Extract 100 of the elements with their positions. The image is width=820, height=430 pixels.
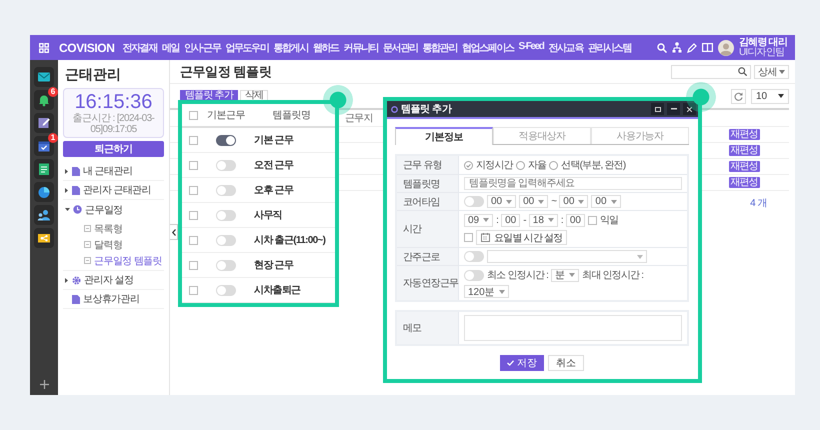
rail-button[interactable] [34, 228, 54, 248]
clock-out-button[interactable]: 퇴근하기 [63, 141, 164, 157]
page-size-select[interactable]: 10 [751, 88, 789, 104]
toggle-switch[interactable] [464, 270, 484, 280]
dropdown[interactable]: 18 [528, 214, 558, 226]
apps-grid-icon[interactable] [39, 42, 49, 52]
caret-icon[interactable] [64, 278, 69, 282]
memo-field[interactable] [464, 315, 682, 341]
tree-item[interactable]: 근무일정 템플릿 [94, 254, 162, 268]
tree-item[interactable]: 관리자 설정 [84, 273, 134, 287]
toggle-switch[interactable] [216, 134, 236, 146]
tree-item[interactable]: 보상휴가관리 [83, 292, 140, 306]
time-field[interactable]: 00 [566, 214, 585, 226]
tree-item[interactable]: 달력형 [94, 238, 122, 252]
toggle-switch[interactable] [216, 160, 236, 170]
separator: - [523, 214, 526, 226]
rail-button[interactable] [34, 205, 54, 225]
menu-item[interactable]: 메일 [162, 40, 180, 54]
tree-item[interactable]: 목록형 [94, 222, 122, 236]
checkbox[interactable] [188, 260, 198, 270]
template-name: 기본 근무 [253, 134, 294, 147]
caret-icon[interactable] [65, 207, 70, 212]
refresh-button[interactable] [731, 88, 746, 104]
tree-item[interactable]: 내 근태관리 [83, 164, 132, 178]
rail-button[interactable] [34, 113, 54, 133]
menu-item[interactable]: 협업스페이스 [462, 40, 514, 54]
checkbox[interactable] [188, 160, 198, 170]
maximize-button[interactable] [651, 103, 664, 115]
toggle-switch[interactable] [216, 260, 236, 270]
radio-button[interactable] [464, 160, 473, 170]
menu-item[interactable]: 통합관리 [422, 40, 457, 54]
menu-item[interactable]: 문서관리 [383, 40, 418, 54]
checkbox[interactable] [588, 216, 597, 224]
org-chart-icon[interactable] [672, 42, 682, 53]
tree-item[interactable]: 근무일정 [85, 202, 123, 216]
search-field[interactable] [671, 64, 752, 78]
toggle-switch[interactable] [464, 196, 484, 207]
avatar-icon[interactable] [718, 40, 734, 56]
checkbox[interactable] [188, 186, 198, 194]
collapse-handle[interactable] [170, 224, 178, 240]
close-icon [687, 106, 692, 112]
caret-icon[interactable] [64, 188, 69, 192]
tab[interactable]: 적용대상자 [493, 127, 591, 144]
weekday-time-button[interactable]: 요일별 시간 설정 [476, 230, 568, 245]
menu-item[interactable]: 커뮤니티 [344, 40, 378, 54]
menu-item[interactable]: 전사교육 [548, 40, 583, 54]
dropdown[interactable]: 09 [464, 214, 494, 226]
rail-button[interactable] [34, 182, 54, 202]
close-button[interactable] [683, 103, 696, 115]
checkbox[interactable] [188, 210, 198, 220]
dropdown[interactable]: 120분 [464, 285, 509, 298]
menu-item[interactable]: 인사·근무 [184, 40, 220, 54]
menu-item[interactable]: 업무도우미 [225, 40, 268, 54]
radio-button[interactable] [549, 160, 558, 170]
menu-item[interactable]: 통합게시 [273, 40, 308, 54]
menu-item[interactable]: 전자결재 [122, 40, 157, 54]
tab[interactable]: 사용가능자 [591, 127, 689, 144]
menu-item[interactable]: S-Feed [518, 40, 544, 54]
action-button[interactable]: 재편성 [728, 161, 760, 172]
action-button[interactable]: 재편성 [728, 129, 760, 140]
checkbox[interactable] [188, 286, 198, 294]
tree-item[interactable]: 관리자 근태관리 [83, 183, 151, 197]
minimize-button[interactable] [667, 103, 680, 115]
page-icon [84, 257, 91, 264]
rail-button[interactable] [34, 67, 54, 87]
menu-item[interactable]: 웹하드 [312, 40, 339, 54]
toggle-switch[interactable] [216, 184, 236, 196]
cancel-button[interactable]: 취소 [548, 355, 584, 371]
search-icon[interactable] [657, 42, 668, 52]
panel-icon[interactable] [702, 43, 714, 52]
user-team: UI디자인팀 [739, 48, 784, 58]
mail-icon [37, 70, 51, 84]
toggle-switch[interactable] [216, 210, 236, 220]
text-input[interactable]: 템플릿명을 입력해주세요 [464, 177, 682, 190]
time-field[interactable]: 00 [501, 214, 520, 226]
refresh-icon [734, 92, 743, 100]
checkbox[interactable] [464, 233, 473, 242]
dropdown[interactable]: 00 [559, 195, 588, 208]
radio-button[interactable] [516, 160, 525, 170]
pencil-icon[interactable] [687, 42, 698, 52]
toggle-switch[interactable] [464, 251, 484, 262]
tab[interactable]: 기본정보 [395, 127, 493, 145]
action-button[interactable]: 재편성 [728, 145, 760, 156]
dropdown[interactable]: 00 [487, 195, 516, 208]
menu-item[interactable]: 관리시스템 [588, 40, 631, 54]
toggle-switch[interactable] [216, 234, 236, 246]
dropdown[interactable]: 분 [551, 268, 580, 282]
checkbox-label: 익일 [600, 214, 618, 227]
caret-icon[interactable] [64, 168, 69, 174]
toggle-switch[interactable] [216, 284, 236, 296]
action-button[interactable]: 재편성 [728, 177, 760, 188]
rail-button[interactable] [34, 159, 54, 179]
dropdown[interactable]: 00 [591, 195, 621, 208]
add-icon[interactable] [40, 380, 48, 389]
checkbox[interactable] [188, 236, 198, 244]
checkbox[interactable] [188, 110, 198, 120]
save-button[interactable]: 저장 [500, 355, 544, 371]
checkbox[interactable] [188, 136, 198, 144]
detail-button[interactable]: 상세 [754, 64, 789, 78]
dropdown[interactable]: 00 [519, 195, 548, 208]
